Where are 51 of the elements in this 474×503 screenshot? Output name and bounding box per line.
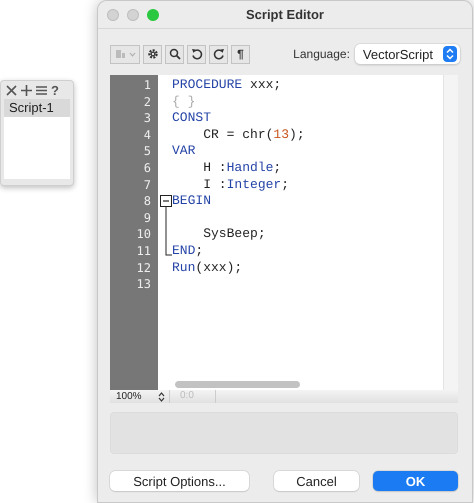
- code-line: END;: [172, 242, 204, 260]
- plus-icon[interactable]: [21, 84, 32, 96]
- stepper-icon: [158, 392, 165, 402]
- code-line: { }: [172, 94, 196, 110]
- code-line: PROCEDURE xxx;: [172, 77, 282, 94]
- line-number: 6: [142, 160, 152, 177]
- line-number: 4: [142, 126, 152, 144]
- code-line: BEGIN: [172, 193, 212, 210]
- redo-button[interactable]: [209, 44, 228, 64]
- line-number: 12: [136, 260, 152, 276]
- line-number: 10: [136, 226, 152, 243]
- language-label: Language:: [293, 47, 350, 61]
- zoom-stepper[interactable]: 100%: [110, 390, 170, 403]
- line-number: 9: [142, 210, 152, 226]
- close-icon[interactable]: [6, 84, 17, 96]
- options-button[interactable]: Script Options...: [110, 471, 249, 491]
- code-line: SysBeep;: [202, 226, 266, 243]
- search-button[interactable]: [165, 44, 184, 64]
- code-line: CONST: [172, 110, 212, 127]
- menu-icon[interactable]: [36, 84, 47, 96]
- undo-icon: [190, 48, 202, 60]
- code-line: VAR: [172, 143, 196, 160]
- script-list-item[interactable]: Script-1: [4, 99, 70, 117]
- ok-button[interactable]: OK: [373, 471, 458, 491]
- fold-collapse-icon[interactable]: [160, 192, 172, 210]
- help-button[interactable]: ?: [51, 84, 59, 96]
- settings-button[interactable]: [143, 44, 162, 64]
- stepper-icon: [443, 46, 457, 62]
- document-icon: [114, 49, 126, 59]
- window-title: Script Editor: [246, 7, 324, 22]
- show-invisibles-button[interactable]: ¶: [231, 44, 250, 64]
- line-number: 11: [136, 242, 152, 260]
- redo-icon: [212, 48, 224, 60]
- cancel-button[interactable]: Cancel: [274, 471, 359, 491]
- horizontal-scrollbar[interactable]: [175, 381, 300, 388]
- line-number: 5: [142, 143, 152, 160]
- settings-icon: [146, 48, 158, 60]
- code-line: CR = chr(13);: [202, 126, 305, 144]
- line-number: 13: [136, 276, 152, 293]
- line-number: 3: [142, 110, 152, 127]
- search-icon: [168, 48, 180, 60]
- line-number: 1: [142, 77, 152, 94]
- line-number: 8: [142, 193, 152, 210]
- caret-icon: [128, 52, 136, 56]
- line-number: 7: [142, 176, 152, 194]
- code-line: I :Integer;: [202, 176, 290, 194]
- undo-button[interactable]: [187, 44, 206, 64]
- line-number: 2: [142, 94, 152, 110]
- language-dropdown[interactable]: VectorScript: [354, 44, 460, 64]
- code-line: H :Handle;: [202, 160, 282, 177]
- code-line: Run(xxx);: [172, 260, 242, 276]
